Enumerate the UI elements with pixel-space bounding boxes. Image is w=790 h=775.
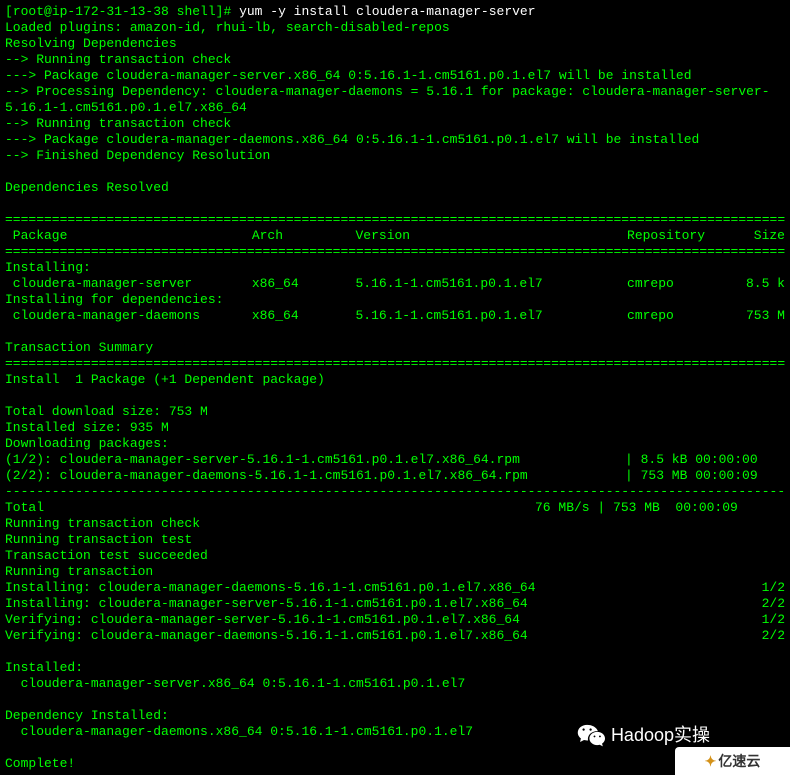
output-line: 5.16.1-1.cm5161.p0.1.el7.x86_64 [5, 100, 785, 116]
total-line: Total 76 MB/s | 753 MB 00:00:09 [5, 500, 785, 516]
download-row: (2/2): cloudera-manager-daemons-5.16.1-1… [5, 468, 785, 484]
output-line: --> Running transaction check [5, 52, 785, 68]
tx-pkg: : cloudera-manager-server-5.16.1-1.cm516… [75, 612, 761, 628]
prompt-cwd: shell [177, 4, 216, 19]
output-line: --> Running transaction check [5, 116, 785, 132]
tx-action: Installing [5, 580, 83, 596]
tx-pkg: : cloudera-manager-daemons-5.16.1-1.cm51… [75, 628, 761, 644]
output-line: --> Processing Dependency: cloudera-mana… [5, 84, 785, 100]
table-row: cloudera-manager-serverx86_645.16.1-1.cm… [5, 276, 785, 292]
command: yum -y install cloudera-manager-server [239, 4, 535, 19]
tx-action-row: Installing : cloudera-manager-daemons-5.… [5, 580, 785, 596]
wechat-icon [577, 723, 605, 747]
cell-package: cloudera-manager-daemons [5, 308, 252, 324]
tx-steps: Running transaction checkRunning transac… [5, 516, 785, 580]
tx-count: 1/2 [762, 612, 785, 628]
corner-accent: ✦ [705, 753, 717, 769]
table-header: Package Arch Version Repository Size [5, 228, 785, 244]
summary-title: Transaction Summary [5, 340, 785, 356]
blank-line [5, 324, 785, 340]
output-line [5, 164, 785, 180]
output-line: Loaded plugins: amazon-id, rhui-lb, sear… [5, 20, 785, 36]
watermark-text: Hadoop实操 [611, 727, 710, 743]
download-name: (2/2): cloudera-manager-daemons-5.16.1-1… [5, 468, 625, 484]
tx-step: Running transaction test [5, 532, 785, 548]
total-left: Total [5, 500, 535, 516]
output-line: ---> Package cloudera-manager-daemons.x8… [5, 132, 785, 148]
tx-step: Running transaction check [5, 516, 785, 532]
output-line: Resolving Dependencies [5, 36, 785, 52]
download-size: | 753 MB 00:00:09 [625, 468, 758, 484]
cell-size: 8.5 k [726, 276, 785, 292]
cell-repo: cmrepo [627, 308, 726, 324]
tx-action: Verifying [5, 612, 75, 628]
blank-line [5, 692, 785, 708]
tx-count: 1/2 [762, 580, 785, 596]
download-row: (1/2): cloudera-manager-server-5.16.1-1.… [5, 452, 785, 468]
totals-line: Installed size: 935 M [5, 420, 785, 436]
tx-action: Verifying [5, 628, 75, 644]
corner-logo: ✦ 亿速云 [675, 747, 790, 775]
terminal-output: [root@ip-172-31-13-38 shell]# yum -y ins… [5, 4, 785, 772]
dep-installed-title: Dependency Installed: [5, 708, 785, 724]
section-title: Installing: [5, 260, 785, 276]
totals-block: Total download size: 753 MInstalled size… [5, 404, 785, 452]
tx-pkg: : cloudera-manager-server-5.16.1-1.cm516… [83, 596, 762, 612]
tx-action-row: Verifying : cloudera-manager-server-5.16… [5, 612, 785, 628]
section-title: Installing for dependencies: [5, 292, 785, 308]
cell-package: cloudera-manager-server [5, 276, 252, 292]
tx-action: Installing [5, 596, 83, 612]
prompt-userhost: root@ip-172-31-13-38 [13, 4, 169, 19]
prompt-line: [root@ip-172-31-13-38 shell]# yum -y ins… [5, 4, 785, 20]
watermark: Hadoop实操 [577, 723, 710, 747]
tx-count: 2/2 [762, 628, 785, 644]
cell-arch: x86_64 [252, 308, 356, 324]
totals-line: Total download size: 753 M [5, 404, 785, 420]
output-line: ---> Package cloudera-manager-server.x86… [5, 68, 785, 84]
hr-top: ========================================… [5, 212, 785, 228]
hdr-arch: Arch [252, 228, 356, 244]
blank-line [5, 644, 785, 660]
cell-repo: cmrepo [627, 276, 726, 292]
hr-summary: ========================================… [5, 356, 785, 372]
cell-size: 753 M [726, 308, 785, 324]
totals-line: Downloading packages: [5, 436, 785, 452]
blank-line [5, 388, 785, 404]
total-right: 76 MB/s | 753 MB 00:00:09 [535, 500, 738, 516]
output-line: --> Finished Dependency Resolution [5, 148, 785, 164]
table-row: cloudera-manager-daemonsx86_645.16.1-1.c… [5, 308, 785, 324]
complete: Complete! [5, 756, 785, 772]
output-line: Dependencies Resolved [5, 180, 785, 196]
tx-count: 2/2 [762, 596, 785, 612]
blank-line [5, 196, 785, 212]
download-size: | 8.5 kB 00:00:00 [625, 452, 758, 468]
installed-item: cloudera-manager-server.x86_64 0:5.16.1-… [5, 676, 785, 692]
hdr-version: Version [356, 228, 628, 244]
tx-action-row: Installing : cloudera-manager-server-5.1… [5, 596, 785, 612]
corner-text: 亿速云 [718, 753, 760, 769]
cell-arch: x86_64 [252, 276, 356, 292]
tx-step: Running transaction [5, 564, 785, 580]
installed-title: Installed: [5, 660, 785, 676]
hdr-repo: Repository [627, 228, 726, 244]
summary-line: Install 1 Package (+1 Dependent package) [5, 372, 785, 388]
cell-version: 5.16.1-1.cm5161.p0.1.el7 [356, 276, 628, 292]
hr-under-header: ========================================… [5, 244, 785, 260]
installed-items: cloudera-manager-server.x86_64 0:5.16.1-… [5, 676, 785, 692]
download-name: (1/2): cloudera-manager-server-5.16.1-1.… [5, 452, 625, 468]
cell-version: 5.16.1-1.cm5161.p0.1.el7 [356, 308, 628, 324]
tx-actions: Installing : cloudera-manager-daemons-5.… [5, 580, 785, 644]
preamble-block: Loaded plugins: amazon-id, rhui-lb, sear… [5, 20, 785, 196]
tx-action-row: Verifying : cloudera-manager-daemons-5.1… [5, 628, 785, 644]
tx-pkg: : cloudera-manager-daemons-5.16.1-1.cm51… [83, 580, 762, 596]
downloads-block: (1/2): cloudera-manager-server-5.16.1-1.… [5, 452, 785, 484]
hdr-size: Size [726, 228, 785, 244]
hdr-package: Package [5, 228, 252, 244]
tx-step: Transaction test succeeded [5, 548, 785, 564]
table-body: Installing: cloudera-manager-serverx86_6… [5, 260, 785, 324]
hr-single: ----------------------------------------… [5, 484, 785, 500]
